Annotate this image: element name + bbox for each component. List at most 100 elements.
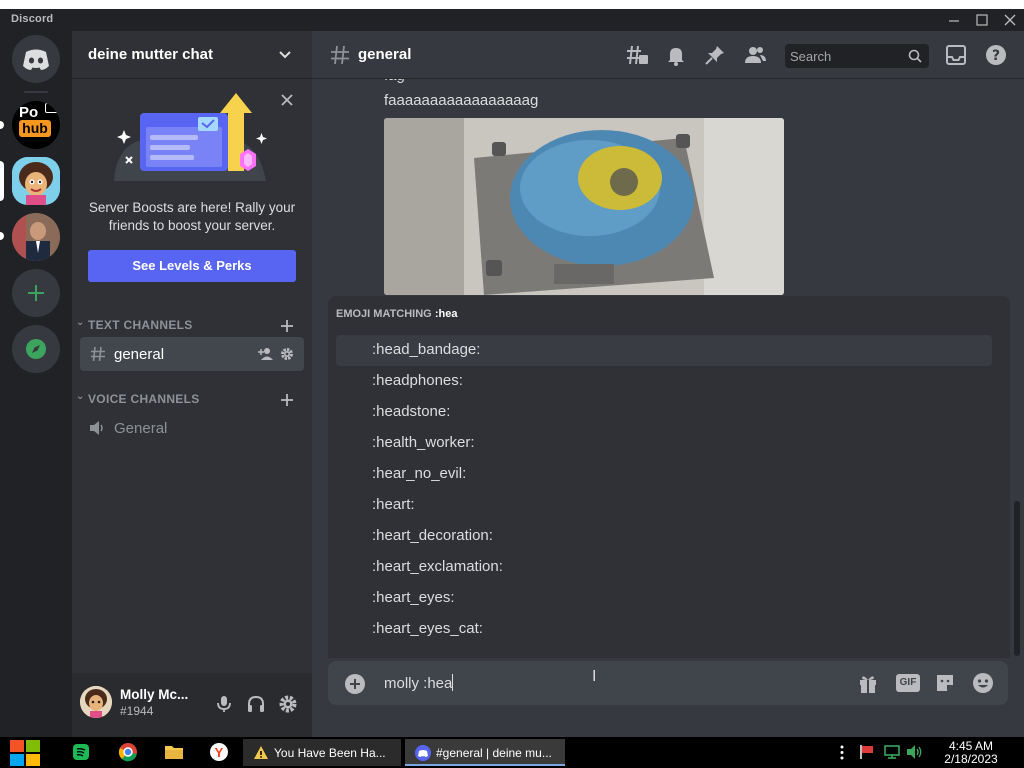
server-header[interactable]: deine mutter chat — [72, 31, 312, 79]
channel-item-general[interactable]: general — [80, 337, 304, 371]
taskbar-app-discord[interactable]: #general | deine mu... — [405, 739, 565, 766]
windows-start-icon[interactable] — [8, 738, 42, 768]
emoji-code: :heart_eyes: — [372, 589, 455, 606]
cartoon-avatar-icon — [12, 157, 60, 205]
close-icon[interactable] — [280, 93, 294, 107]
emoji-option[interactable]: :headstone: — [336, 397, 992, 428]
emoji-heading: EMOJI MATCHING :hea — [336, 308, 457, 320]
emoji-code: :headstone: — [372, 403, 451, 420]
threads-icon[interactable] — [625, 43, 649, 67]
server-hub[interactable]: Po hub — [12, 101, 60, 149]
emoji-code: :headphones: — [372, 372, 463, 389]
emoji-option[interactable]: :hear_no_evil: — [336, 459, 992, 490]
user-settings-gear-icon[interactable] — [278, 694, 298, 714]
screen-share-icon — [45, 103, 58, 113]
file-explorer-icon[interactable] — [164, 743, 184, 761]
emoji-query: :hea — [434, 308, 458, 320]
microphone-icon[interactable] — [214, 694, 234, 714]
gif-button[interactable]: GIF — [896, 674, 920, 692]
rail-separator — [24, 91, 48, 93]
avatar[interactable] — [80, 686, 112, 718]
spotify-like-icon[interactable] — [72, 743, 90, 761]
see-levels-perks-button[interactable]: See Levels & Perks — [88, 250, 296, 282]
add-channel-icon[interactable] — [279, 318, 295, 334]
sticker-icon[interactable] — [934, 672, 956, 694]
user-tag: #1944 — [120, 704, 154, 718]
user-avatar-icon — [80, 686, 112, 718]
category-text-channels[interactable]: ⌄ TEXT CHANNELS — [76, 317, 193, 332]
emoji-option[interactable]: :head_bandage: — [336, 335, 992, 366]
help-icon[interactable]: ? — [984, 43, 1008, 67]
bell-icon[interactable] — [664, 43, 688, 67]
channel-item-voice-general[interactable]: General — [80, 411, 304, 445]
volume-icon[interactable] — [906, 744, 924, 760]
boost-illustration-icon — [114, 93, 267, 181]
maximize-button[interactable] — [968, 11, 996, 29]
headphones-icon[interactable] — [246, 694, 266, 714]
emoji-icon[interactable] — [972, 672, 994, 694]
taskbar-app-warning[interactable]: You Have Been Ha... — [243, 739, 401, 766]
add-channel-icon[interactable] — [279, 392, 295, 408]
window-top-strip — [0, 0, 1024, 9]
emoji-code: :heart_decoration: — [372, 527, 493, 544]
inbox-icon[interactable] — [944, 43, 968, 67]
message-text: faaaaaaaaaaaaaaaaag — [384, 92, 539, 109]
gear-icon[interactable] — [280, 347, 294, 361]
attach-plus-icon[interactable] — [344, 673, 366, 695]
emoji-code: :hear_no_evil: — [372, 465, 467, 482]
taskbar-app-label: You Have Been Ha... — [274, 746, 386, 760]
flag-icon[interactable] — [859, 744, 875, 760]
main-chat: general Search ? faaaaaaaaaaaaaaaaag EMO… — [312, 31, 1024, 737]
message-input[interactable]: molly :hea — [384, 674, 454, 692]
member-list-icon[interactable] — [743, 43, 767, 67]
clock-date: 2/18/2023 — [944, 752, 998, 766]
server-rail: Po hub — [0, 31, 72, 737]
home-button[interactable] — [12, 35, 60, 83]
bell-photo-icon — [384, 118, 784, 295]
attachment-image[interactable] — [384, 118, 784, 295]
pin-icon[interactable] — [703, 43, 727, 67]
emoji-option[interactable]: :heart_decoration: — [336, 521, 992, 552]
server-name: deine mutter chat — [88, 46, 214, 63]
emoji-option[interactable]: :heart: — [336, 490, 992, 521]
emoji-option[interactable]: :heart_eyes: — [336, 583, 992, 614]
hashtag-icon — [91, 346, 105, 362]
server-portrait[interactable] — [12, 213, 60, 261]
server-cartoon[interactable] — [12, 157, 60, 205]
clock[interactable]: 4:45 AM 2/18/2023 — [932, 740, 1010, 766]
chrome-icon[interactable] — [118, 742, 138, 762]
warning-icon — [254, 746, 268, 759]
scrollbar[interactable] — [1014, 501, 1020, 656]
message-text: fag — [384, 79, 405, 84]
category-voice-channels[interactable]: ⌄ VOICE CHANNELS — [76, 391, 200, 406]
speaker-icon — [90, 421, 103, 435]
hub-text-top: Po — [19, 104, 39, 121]
emoji-option[interactable]: :headphones: — [336, 366, 992, 397]
emoji-code: :head_bandage: — [372, 341, 481, 358]
emoji-code: :heart_eyes_cat: — [372, 620, 483, 637]
emoji-option[interactable]: :heart_eyes_cat: — [336, 614, 992, 645]
add-server-button[interactable] — [12, 269, 60, 317]
chevron-down-icon: ⌄ — [76, 317, 85, 328]
messages-area: fag faaaaaaaaaaaaaaaaag — [312, 79, 1024, 295]
yandex-icon[interactable]: Y — [209, 742, 229, 762]
create-invite-icon[interactable] — [258, 347, 274, 361]
user-panel: Molly Mc... #1944 — [72, 673, 312, 737]
network-icon[interactable] — [883, 744, 901, 760]
title-bar: Discord — [0, 9, 1024, 31]
minimize-button[interactable] — [940, 11, 968, 29]
close-window-button[interactable] — [996, 11, 1024, 29]
search-input[interactable]: Search — [785, 44, 929, 68]
svg-text:?: ? — [992, 48, 1000, 64]
ibeam-cursor-icon: I — [592, 668, 597, 685]
app-title: Discord — [11, 13, 54, 25]
channel-sidebar: deine mutter chat Server Boosts are here — [72, 31, 312, 737]
emoji-option[interactable]: :health_worker: — [336, 428, 992, 459]
explore-servers-button[interactable] — [12, 325, 60, 373]
message-composer: molly :hea I GIF — [328, 661, 1008, 705]
emoji-option[interactable]: :heart_exclamation: — [336, 552, 992, 583]
hub-text-bottom: hub — [19, 120, 51, 137]
tray-overflow-icon[interactable] — [840, 744, 844, 761]
gift-icon[interactable] — [857, 672, 879, 694]
portrait-avatar-icon — [12, 213, 60, 261]
